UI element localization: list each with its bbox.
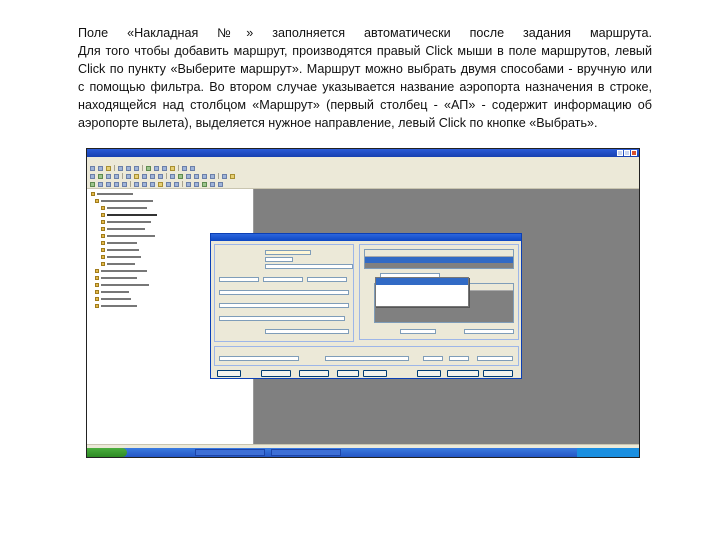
- dialog-button[interactable]: [217, 370, 241, 377]
- field[interactable]: [219, 316, 345, 321]
- dialog-button[interactable]: [261, 370, 291, 377]
- field[interactable]: [307, 277, 347, 282]
- paragraph-line: Для того чтобы добавить маршрут, произво…: [78, 44, 652, 58]
- application-screenshot: [86, 148, 640, 458]
- screenshot-toolbar: [87, 180, 639, 189]
- paragraph-line: находящейся над столбцом «Маршрут» (перв…: [78, 98, 652, 112]
- general-info-group: [214, 244, 354, 342]
- paragraph-line: Click по пункту «Выберите маршрут». Марш…: [78, 62, 652, 76]
- dialog-button[interactable]: [483, 370, 513, 377]
- field[interactable]: [219, 290, 349, 295]
- invoice-number-field[interactable]: [265, 250, 311, 255]
- dialog-titlebar: [211, 234, 521, 241]
- taskbar-item: [195, 449, 265, 456]
- dialog-button[interactable]: [299, 370, 329, 377]
- context-menu-item[interactable]: [376, 299, 468, 306]
- field[interactable]: [464, 329, 514, 334]
- system-tray: [577, 448, 639, 457]
- field[interactable]: [263, 277, 303, 282]
- context-menu-item[interactable]: [376, 285, 468, 292]
- context-menu-item[interactable]: [376, 292, 468, 299]
- field[interactable]: [265, 264, 353, 269]
- screenshot-titlebar: [87, 149, 639, 157]
- start-button: [87, 448, 127, 457]
- paragraph-line: с помощью фильтра. Во втором случае указ…: [78, 80, 652, 94]
- taskbar-item: [271, 449, 341, 456]
- field[interactable]: [400, 329, 436, 334]
- paragraph-line: аэропорте вылета), выделяется нужное нап…: [78, 116, 598, 130]
- field[interactable]: [423, 356, 443, 361]
- paragraph-line: Поле «Накладная №» заполняется автоматич…: [78, 26, 652, 40]
- dialog-button[interactable]: [337, 370, 359, 377]
- field[interactable]: [219, 277, 259, 282]
- field[interactable]: [219, 303, 349, 308]
- field[interactable]: [219, 356, 299, 361]
- dialog-button[interactable]: [363, 370, 387, 377]
- bottom-group: [214, 346, 519, 366]
- field[interactable]: [477, 356, 513, 361]
- screenshot-menubar: [87, 157, 639, 164]
- screenshot-taskbar: [87, 448, 639, 457]
- route-grid[interactable]: [364, 249, 514, 269]
- context-menu-item[interactable]: [376, 278, 468, 285]
- field[interactable]: [449, 356, 469, 361]
- dialog-button[interactable]: [417, 370, 441, 377]
- invoice-dialog: [210, 233, 522, 379]
- field[interactable]: [325, 356, 409, 361]
- field[interactable]: [265, 329, 349, 334]
- route-context-menu: [375, 277, 469, 307]
- instruction-paragraph: Поле «Накладная №» заполняется автоматич…: [78, 24, 652, 132]
- dialog-button[interactable]: [447, 370, 479, 377]
- field[interactable]: [265, 257, 293, 262]
- window-controls: [617, 150, 637, 156]
